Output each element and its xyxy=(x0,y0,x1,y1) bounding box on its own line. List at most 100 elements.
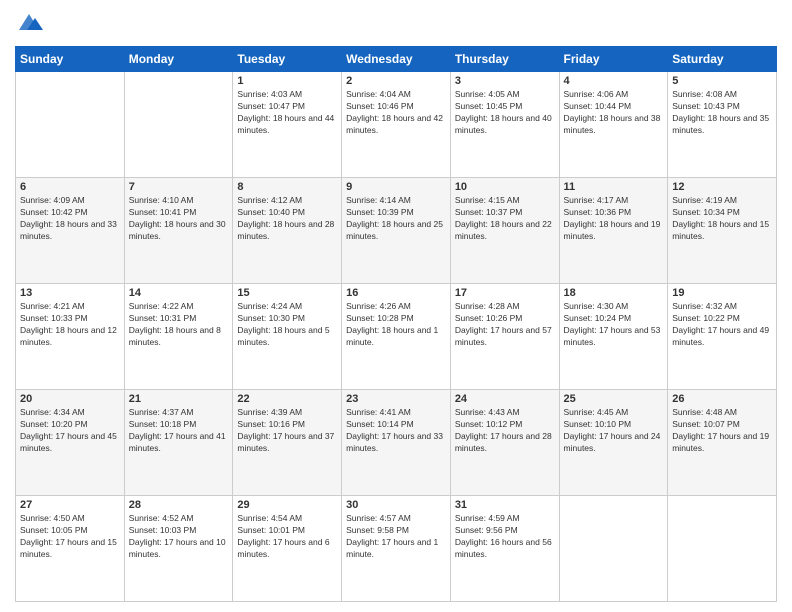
day-info: Sunrise: 4:03 AM Sunset: 10:47 PM Daylig… xyxy=(237,89,337,137)
calendar-cell: 2 Sunrise: 4:04 AM Sunset: 10:46 PM Dayli… xyxy=(342,72,451,178)
day-info: Sunrise: 4:04 AM Sunset: 10:46 PM Daylig… xyxy=(346,89,446,137)
day-number: 30 xyxy=(346,499,446,511)
day-info: Sunrise: 4:41 AM Sunset: 10:14 PM Daylig… xyxy=(346,407,446,455)
day-number: 8 xyxy=(237,181,337,193)
calendar-header-monday: Monday xyxy=(124,47,233,72)
calendar-week-row: 1 Sunrise: 4:03 AM Sunset: 10:47 PM Dayli… xyxy=(16,72,777,178)
day-info: Sunrise: 4:39 AM Sunset: 10:16 PM Daylig… xyxy=(237,407,337,455)
calendar-week-row: 13 Sunrise: 4:21 AM Sunset: 10:33 PM Dayl… xyxy=(16,284,777,390)
calendar-cell xyxy=(668,496,777,602)
calendar-cell: 7 Sunrise: 4:10 AM Sunset: 10:41 PM Dayli… xyxy=(124,178,233,284)
day-number: 10 xyxy=(455,181,555,193)
calendar-header-saturday: Saturday xyxy=(668,47,777,72)
calendar-cell: 24Sunrise: 4:43 AM Sunset: 10:12 PM Dayl… xyxy=(450,390,559,496)
day-number: 13 xyxy=(20,287,120,299)
day-number: 19 xyxy=(672,287,772,299)
calendar-cell: 27Sunrise: 4:50 AM Sunset: 10:05 PM Dayl… xyxy=(16,496,125,602)
day-number: 5 xyxy=(672,75,772,87)
day-number: 3 xyxy=(455,75,555,87)
day-number: 9 xyxy=(346,181,446,193)
day-number: 1 xyxy=(237,75,337,87)
calendar-cell: 16 Sunrise: 4:26 AM Sunset: 10:28 PM Dayl… xyxy=(342,284,451,390)
day-number: 16 xyxy=(346,287,446,299)
calendar-cell: 1 Sunrise: 4:03 AM Sunset: 10:47 PM Dayli… xyxy=(233,72,342,178)
day-info: Sunrise: 4:48 AM Sunset: 10:07 PM Daylig… xyxy=(672,407,772,455)
day-info: Sunrise: 4:17 AM Sunset: 10:36 PM Daylig… xyxy=(564,195,664,243)
day-info: Sunrise: 4:06 AM Sunset: 10:44 PM Daylig… xyxy=(564,89,664,137)
logo-icon xyxy=(15,10,43,38)
day-info: Sunrise: 4:54 AM Sunset: 10:01 PM Daylig… xyxy=(237,513,337,561)
day-number: 28 xyxy=(129,499,229,511)
calendar-cell: 21 Sunrise: 4:37 AM Sunset: 10:18 PM Dayl… xyxy=(124,390,233,496)
day-number: 25 xyxy=(564,393,664,405)
day-info: Sunrise: 4:10 AM Sunset: 10:41 PM Daylig… xyxy=(129,195,229,243)
header xyxy=(15,10,777,38)
day-number: 20 xyxy=(20,393,120,405)
day-info: Sunrise: 4:21 AM Sunset: 10:33 PM Daylig… xyxy=(20,301,120,349)
day-info: Sunrise: 4:22 AM Sunset: 10:31 PM Daylig… xyxy=(129,301,229,349)
day-number: 17 xyxy=(455,287,555,299)
day-info: Sunrise: 4:12 AM Sunset: 10:40 PM Daylig… xyxy=(237,195,337,243)
calendar-cell: 18 Sunrise: 4:30 AM Sunset: 10:24 PM Dayl… xyxy=(559,284,668,390)
calendar-cell: 25 Sunrise: 4:45 AM Sunset: 10:10 PM Dayl… xyxy=(559,390,668,496)
day-number: 21 xyxy=(129,393,229,405)
calendar-cell: 19 Sunrise: 4:32 AM Sunset: 10:22 PM Dayl… xyxy=(668,284,777,390)
calendar-cell: 29 Sunrise: 4:54 AM Sunset: 10:01 PM Dayl… xyxy=(233,496,342,602)
calendar-cell: 4Sunrise: 4:06 AM Sunset: 10:44 PM Dayli… xyxy=(559,72,668,178)
day-number: 14 xyxy=(129,287,229,299)
day-info: Sunrise: 4:43 AM Sunset: 10:12 PM Daylig… xyxy=(455,407,555,455)
calendar-cell: 15 Sunrise: 4:24 AM Sunset: 10:30 PM Dayl… xyxy=(233,284,342,390)
calendar-cell: 12 Sunrise: 4:19 AM Sunset: 10:34 PM Dayl… xyxy=(668,178,777,284)
day-info: Sunrise: 4:34 AM Sunset: 10:20 PM Daylig… xyxy=(20,407,120,455)
day-number: 23 xyxy=(346,393,446,405)
calendar-cell: 14 Sunrise: 4:22 AM Sunset: 10:31 PM Dayl… xyxy=(124,284,233,390)
day-number: 29 xyxy=(237,499,337,511)
calendar-cell: 28 Sunrise: 4:52 AM Sunset: 10:03 PM Dayl… xyxy=(124,496,233,602)
calendar-header-sunday: Sunday xyxy=(16,47,125,72)
calendar-cell: 6 Sunrise: 4:09 AM Sunset: 10:42 PM Dayli… xyxy=(16,178,125,284)
day-info: Sunrise: 4:52 AM Sunset: 10:03 PM Daylig… xyxy=(129,513,229,561)
calendar-cell: 23 Sunrise: 4:41 AM Sunset: 10:14 PM Dayl… xyxy=(342,390,451,496)
calendar-cell: 5 Sunrise: 4:08 AM Sunset: 10:43 PM Dayli… xyxy=(668,72,777,178)
day-info: Sunrise: 4:26 AM Sunset: 10:28 PM Daylig… xyxy=(346,301,446,349)
day-info: Sunrise: 4:08 AM Sunset: 10:43 PM Daylig… xyxy=(672,89,772,137)
calendar-cell: 20 Sunrise: 4:34 AM Sunset: 10:20 PM Dayl… xyxy=(16,390,125,496)
day-number: 11 xyxy=(564,181,664,193)
calendar-cell: 11 Sunrise: 4:17 AM Sunset: 10:36 PM Dayl… xyxy=(559,178,668,284)
calendar-week-row: 6 Sunrise: 4:09 AM Sunset: 10:42 PM Dayli… xyxy=(16,178,777,284)
day-info: Sunrise: 4:50 AM Sunset: 10:05 PM Daylig… xyxy=(20,513,120,561)
day-info: Sunrise: 4:09 AM Sunset: 10:42 PM Daylig… xyxy=(20,195,120,243)
calendar-cell: 3Sunrise: 4:05 AM Sunset: 10:45 PM Dayli… xyxy=(450,72,559,178)
day-number: 18 xyxy=(564,287,664,299)
day-info: Sunrise: 4:24 AM Sunset: 10:30 PM Daylig… xyxy=(237,301,337,349)
calendar-header-row: SundayMondayTuesdayWednesdayThursdayFrid… xyxy=(16,47,777,72)
page: SundayMondayTuesdayWednesdayThursdayFrid… xyxy=(0,0,792,612)
calendar-cell: 31Sunrise: 4:59 AM Sunset: 9:56 PM Dayli… xyxy=(450,496,559,602)
day-number: 26 xyxy=(672,393,772,405)
logo xyxy=(15,10,47,38)
day-number: 6 xyxy=(20,181,120,193)
day-info: Sunrise: 4:57 AM Sunset: 9:58 PM Dayligh… xyxy=(346,513,446,561)
day-info: Sunrise: 4:37 AM Sunset: 10:18 PM Daylig… xyxy=(129,407,229,455)
day-info: Sunrise: 4:32 AM Sunset: 10:22 PM Daylig… xyxy=(672,301,772,349)
calendar-cell xyxy=(124,72,233,178)
calendar-cell: 22 Sunrise: 4:39 AM Sunset: 10:16 PM Dayl… xyxy=(233,390,342,496)
day-number: 7 xyxy=(129,181,229,193)
calendar-cell: 13 Sunrise: 4:21 AM Sunset: 10:33 PM Dayl… xyxy=(16,284,125,390)
calendar-week-row: 27Sunrise: 4:50 AM Sunset: 10:05 PM Dayl… xyxy=(16,496,777,602)
day-number: 12 xyxy=(672,181,772,193)
calendar-cell: 17Sunrise: 4:28 AM Sunset: 10:26 PM Dayl… xyxy=(450,284,559,390)
day-number: 22 xyxy=(237,393,337,405)
day-number: 15 xyxy=(237,287,337,299)
calendar-cell: 8 Sunrise: 4:12 AM Sunset: 10:40 PM Dayli… xyxy=(233,178,342,284)
calendar-cell xyxy=(559,496,668,602)
calendar-header-tuesday: Tuesday xyxy=(233,47,342,72)
calendar-header-wednesday: Wednesday xyxy=(342,47,451,72)
day-info: Sunrise: 4:30 AM Sunset: 10:24 PM Daylig… xyxy=(564,301,664,349)
day-number: 2 xyxy=(346,75,446,87)
day-info: Sunrise: 4:19 AM Sunset: 10:34 PM Daylig… xyxy=(672,195,772,243)
calendar-week-row: 20 Sunrise: 4:34 AM Sunset: 10:20 PM Dayl… xyxy=(16,390,777,496)
day-info: Sunrise: 4:45 AM Sunset: 10:10 PM Daylig… xyxy=(564,407,664,455)
calendar-cell: 30 Sunrise: 4:57 AM Sunset: 9:58 PM Dayli… xyxy=(342,496,451,602)
calendar-header-thursday: Thursday xyxy=(450,47,559,72)
